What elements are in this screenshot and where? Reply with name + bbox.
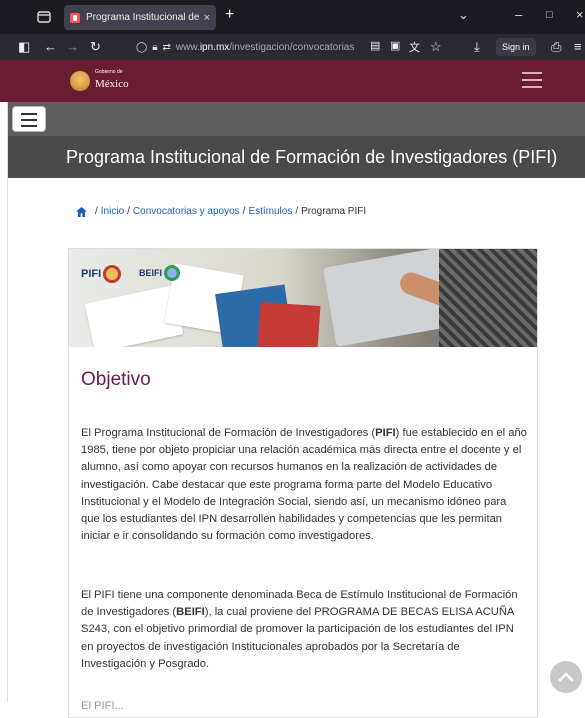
minimize-icon[interactable]: – [515, 7, 522, 22]
beifi-logo-text: BEIFI [139, 268, 163, 278]
banner-image: PIFI BEIFI [69, 249, 537, 347]
content-card: PIFI BEIFI Objetivo El Programa Instituc… [68, 248, 538, 718]
site-nav-bar [8, 102, 585, 136]
bookmark-star-icon[interactable]: ☆ [430, 39, 442, 55]
lock-icon: 🔒︎ [152, 41, 158, 53]
breadcrumb: / Inicio / Convocatorias y apoyos / Estí… [76, 206, 366, 217]
gobierno-header: Gobierno de México [0, 60, 585, 102]
section-heading: Objetivo [81, 369, 151, 390]
permissions-icon: ⇄ [162, 41, 171, 53]
ipn-favicon-icon [70, 12, 80, 23]
url-prefix: www. [175, 41, 200, 53]
browser-nav-bar: ◧ ← → ↻ ◯ 🔒︎ ⇄ www. ipn.mx/investigacion/… [0, 34, 585, 60]
forward-icon[interactable]: → [66, 39, 79, 54]
tab-title: Programa Institucional de Form [86, 12, 200, 23]
reader-view-icon[interactable]: ▤ [370, 39, 380, 52]
shield-icon: ◯ [136, 41, 148, 53]
download-icon[interactable]: ⤓ [474, 39, 480, 55]
paragraph-2: El PIFI tiene una componente denominada … [81, 587, 527, 673]
breadcrumb-separator: / [95, 206, 98, 217]
chevron-down-icon[interactable]: ⌄ [458, 7, 469, 23]
breadcrumb-separator: / [127, 206, 130, 217]
breadcrumb-link-convocatorias[interactable]: Convocatorias y apoyos [133, 206, 240, 217]
reload-icon[interactable]: ↻ [90, 39, 101, 55]
eagle-emblem-icon [70, 70, 90, 91]
window-close-icon[interactable]: × [576, 7, 584, 22]
page-title: Programa Institucional de Formación de I… [8, 136, 585, 178]
breadcrumb-separator: / [295, 206, 299, 217]
p1-text-c: ) fue establecido en el año 1985, tiene … [81, 427, 527, 543]
paragraph-3: El PIFI... [81, 700, 124, 712]
tab-close-button[interactable]: × [204, 12, 210, 24]
translate-icon[interactable]: 文 [409, 39, 420, 55]
browser-tab-bar: Programa Institucional de Form × + ⌄ – □… [0, 0, 585, 34]
new-tab-button[interactable]: + [225, 6, 234, 24]
p2-bold-beifi: BEIFI [176, 606, 205, 619]
sidebar-icon[interactable]: ◧ [18, 39, 30, 55]
url-domain: ipn.mx [199, 41, 230, 53]
scroll-to-top-button[interactable] [550, 661, 582, 693]
gobierno-mexico-logo[interactable]: Gobierno de México [70, 70, 129, 91]
breadcrumb-current: Programa PIFI [301, 206, 367, 217]
chevron-up-icon [558, 672, 574, 682]
pifi-logo: PIFI [81, 265, 122, 283]
extensions-icon[interactable]: ⎙ [551, 39, 561, 55]
back-icon[interactable]: ← [44, 39, 57, 54]
screenshot-icon[interactable]: ▣ [390, 39, 400, 52]
logo-small-text: Gobierno de [95, 69, 123, 75]
breadcrumb-separator: / [242, 206, 246, 217]
gobierno-menu-icon[interactable] [522, 72, 542, 88]
home-icon[interactable] [76, 206, 87, 217]
p1-text-a: El Programa Institucional de Formación d… [81, 427, 376, 439]
left-border [0, 102, 8, 702]
paragraph-1: El Programa Institucional de Formación d… [81, 425, 527, 545]
p1-bold-pifi: PIFI [375, 427, 396, 439]
breadcrumb-link-inicio[interactable]: Inicio [101, 206, 124, 217]
hamburger-menu-button[interactable] [12, 106, 46, 132]
tab-list-icon[interactable] [36, 9, 52, 25]
app-menu-icon[interactable]: ≡ [574, 39, 582, 54]
sign-in-button[interactable]: Sign in [496, 38, 536, 56]
maximize-icon[interactable]: □ [546, 9, 553, 21]
url-path: /investigacion/convocatorias [229, 41, 355, 53]
breadcrumb-link-estimulos[interactable]: Estímulos [248, 206, 292, 217]
logo-big-text: México [95, 78, 129, 90]
browser-tab[interactable]: Programa Institucional de Form × [64, 5, 216, 30]
pifi-logo-text: PIFI [81, 268, 102, 280]
beifi-logo: BEIFI [139, 265, 181, 281]
